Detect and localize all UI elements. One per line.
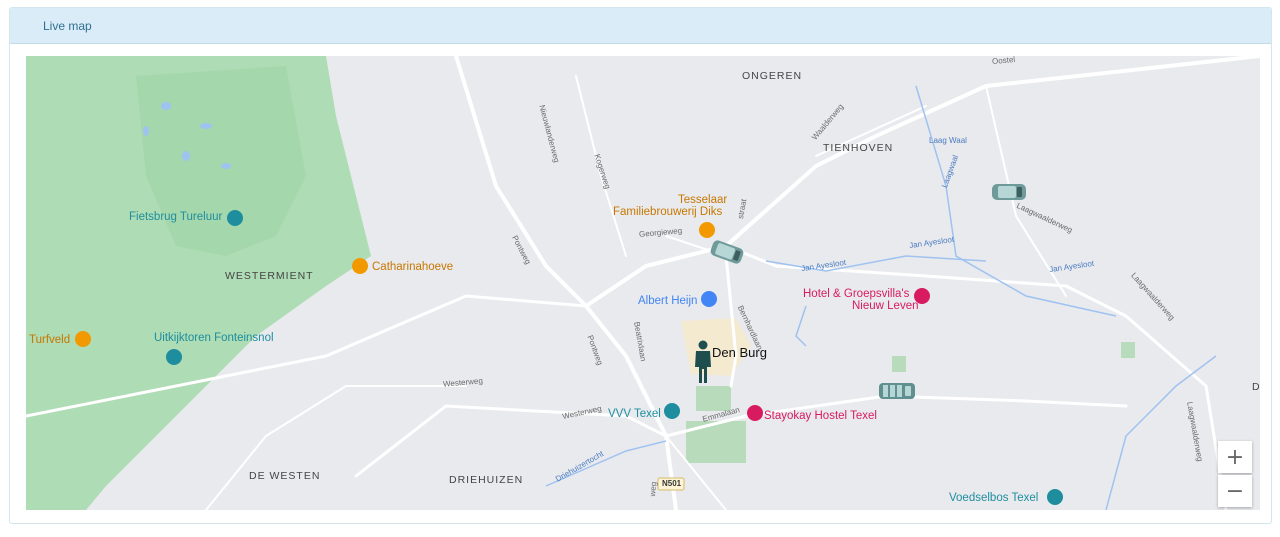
map-base-layer (26, 56, 1260, 510)
zoom-out-button[interactable]: − (1218, 475, 1252, 507)
vehicle-car-icon[interactable] (708, 239, 746, 265)
poi-hotel-line2[interactable]: Nieuw Leven (852, 300, 918, 312)
hotel-pin (747, 405, 763, 421)
panel-header: Live map (10, 8, 1271, 44)
attraction-pin (166, 349, 182, 365)
shop-pin (701, 291, 717, 307)
pond (200, 123, 212, 129)
place-label-de-westen: DE WESTEN (249, 470, 321, 482)
map-canvas[interactable]: ONGEREN TIENHOVEN WESTERMIENT DE WESTEN … (26, 56, 1260, 510)
water-label: Laag Waal (929, 136, 967, 145)
park (1121, 342, 1135, 358)
live-map-panel: Live map ONGEREN TIENHOVEN WESTERMIENT D… (9, 7, 1272, 524)
food-pin (75, 331, 91, 347)
road-label: weg (648, 481, 659, 497)
poi-voedselbos[interactable]: Voedselbos Texel (949, 492, 1038, 504)
pond (221, 163, 231, 169)
poi-uitkijktoren[interactable]: Uitkijktoren Fonteinsnol (154, 332, 274, 344)
place-label-westermient: WESTERMIENT (225, 270, 314, 282)
attraction-pin (1047, 489, 1063, 505)
park (696, 386, 731, 411)
poi-vvv[interactable]: VVV Texel (608, 408, 661, 420)
poi-hotel-line1[interactable]: Hotel & Groepsvilla's (803, 288, 909, 300)
vehicle-van-icon[interactable] (877, 380, 917, 402)
place-label-driehuizen: DRIEHUIZEN (449, 474, 524, 486)
poi-catharinahoeve[interactable]: Catharinahoeve (372, 261, 453, 273)
attraction-pin (664, 403, 680, 419)
poi-turfveld[interactable]: Turfveld (29, 334, 70, 346)
panel-title: Live map (43, 18, 92, 33)
pond (182, 151, 190, 161)
zoom-in-button[interactable]: + (1218, 441, 1252, 473)
poi-albert-heijn[interactable]: Albert Heijn (638, 295, 697, 307)
person-marker-icon[interactable] (694, 340, 712, 384)
poi-fietsbrug[interactable]: Fietsbrug Tureluur (129, 211, 222, 223)
food-pin (352, 258, 368, 274)
place-label-tienhoven: TIENHOVEN (823, 142, 894, 154)
pond (161, 102, 171, 110)
poi-stayokay[interactable]: Stayokay Hostel Texel (764, 410, 877, 422)
brewery-pin (699, 222, 715, 238)
poi-tesselaar-line1[interactable]: Tesselaar (678, 194, 727, 206)
attraction-pin (227, 210, 243, 226)
place-label-ongeren: ONGEREN (742, 70, 803, 82)
road-label-n501: N501 (662, 479, 682, 488)
pond (143, 126, 149, 136)
poi-tesselaar-line2[interactable]: Familiebrouwerij Diks (613, 206, 722, 218)
place-label-edge-1: D (1252, 381, 1260, 393)
vehicle-car-icon[interactable] (990, 181, 1028, 203)
park (892, 356, 906, 372)
